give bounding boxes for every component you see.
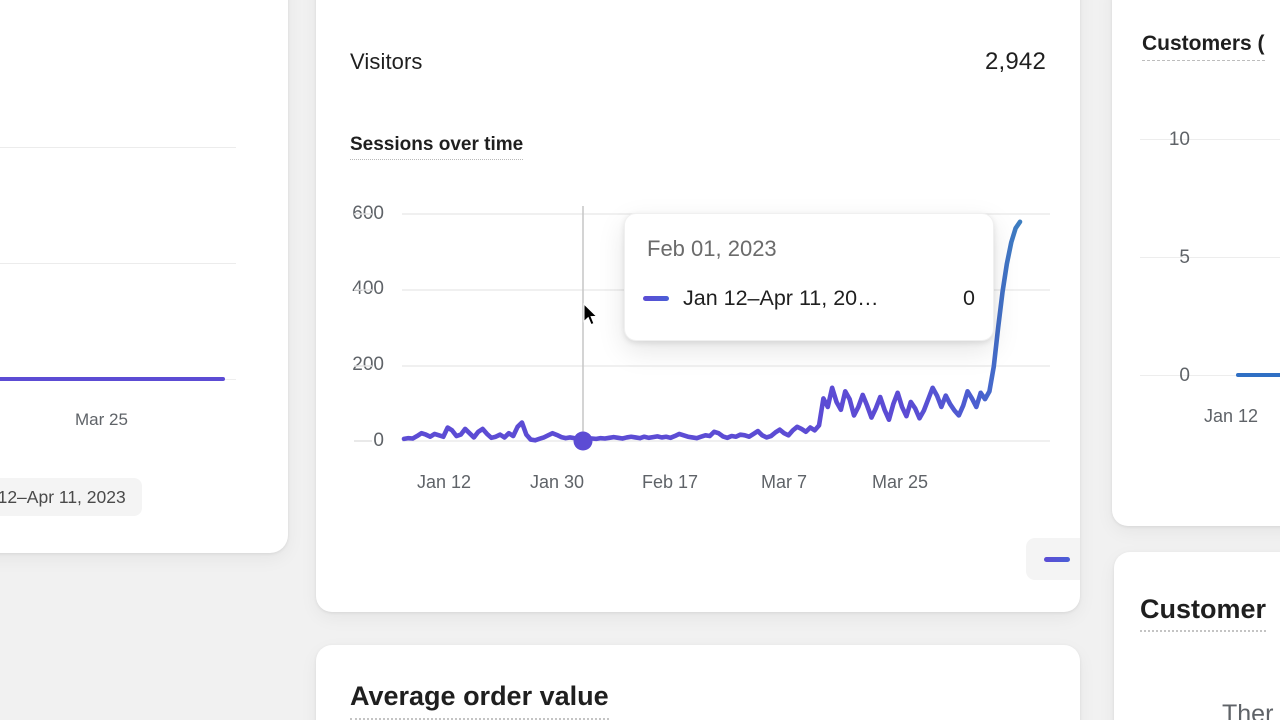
customers-secondary-body: Ther xyxy=(1222,700,1274,720)
customers-series-line xyxy=(1236,373,1280,377)
customers-secondary-card[interactable]: Customer Ther xyxy=(1114,552,1280,720)
y-tick-0: 0 xyxy=(373,430,384,451)
average-order-value-title[interactable]: Average order value xyxy=(350,681,609,720)
left-card-gridline xyxy=(0,263,236,264)
y-tick-600: 600 xyxy=(352,203,384,224)
x-tick-jan12: Jan 12 xyxy=(416,472,472,492)
y-tick-400: 400 xyxy=(352,278,384,299)
x-tick-jan30: Jan 30 xyxy=(529,472,585,492)
tooltip-series-row: Jan 12–Apr 11, 20… 0 xyxy=(643,286,975,311)
average-order-value-card[interactable]: Average order value xyxy=(316,645,1080,720)
x-tick-mar25: Mar 25 xyxy=(871,472,929,492)
customers-secondary-title[interactable]: Customer xyxy=(1140,594,1267,632)
customers-y-tick-10: 10 xyxy=(1168,129,1190,150)
visitors-header-row: Visitors 2,942 xyxy=(350,48,1046,76)
left-card-x-label-mar25: Mar 25 xyxy=(75,410,128,429)
y-tick-200: 200 xyxy=(352,354,384,375)
legend-line-swatch-icon xyxy=(1044,556,1070,562)
left-card-legend[interactable]: n 12–Apr 11, 2023 xyxy=(0,478,142,516)
customers-y-tick-5: 5 xyxy=(1179,247,1190,268)
tooltip-line-swatch-icon xyxy=(643,296,669,301)
tooltip-series-label: Jan 12–Apr 11, 20… xyxy=(683,286,879,310)
dashboard-viewport: r 7 Mar 25 n 12–Apr 11, 2023 Visitors 2,… xyxy=(0,0,1280,720)
visitors-label: Visitors xyxy=(350,49,423,74)
customers-over-time-card[interactable]: Customers ( 10 5 0 Jan 12 xyxy=(1112,0,1280,526)
sessions-over-time-title[interactable]: Sessions over time xyxy=(350,134,524,160)
customers-y-tick-0: 0 xyxy=(1179,365,1190,386)
sessions-legend[interactable]: Jan 12–Apr 11, 2023 xyxy=(1026,538,1080,580)
visitors-value: 2,942 xyxy=(984,48,1046,75)
customers-x-tick-jan12: Jan 12 xyxy=(1204,406,1259,426)
customers-card-title[interactable]: Customers ( xyxy=(1142,32,1265,61)
left-analytics-card[interactable]: r 7 Mar 25 n 12–Apr 11, 2023 xyxy=(0,0,288,553)
hovered-data-point xyxy=(573,431,593,451)
tooltip-date: Feb 01, 2023 xyxy=(647,236,777,261)
x-tick-mar7: Mar 7 xyxy=(760,472,807,492)
chart-tooltip: Feb 01, 2023 Jan 12–Apr 11, 20… 0 xyxy=(624,213,994,341)
x-tick-feb17: Feb 17 xyxy=(641,472,699,492)
tooltip-series-value: 0 xyxy=(963,286,975,310)
left-card-series-line xyxy=(0,377,225,381)
left-card-gridline xyxy=(0,147,236,148)
